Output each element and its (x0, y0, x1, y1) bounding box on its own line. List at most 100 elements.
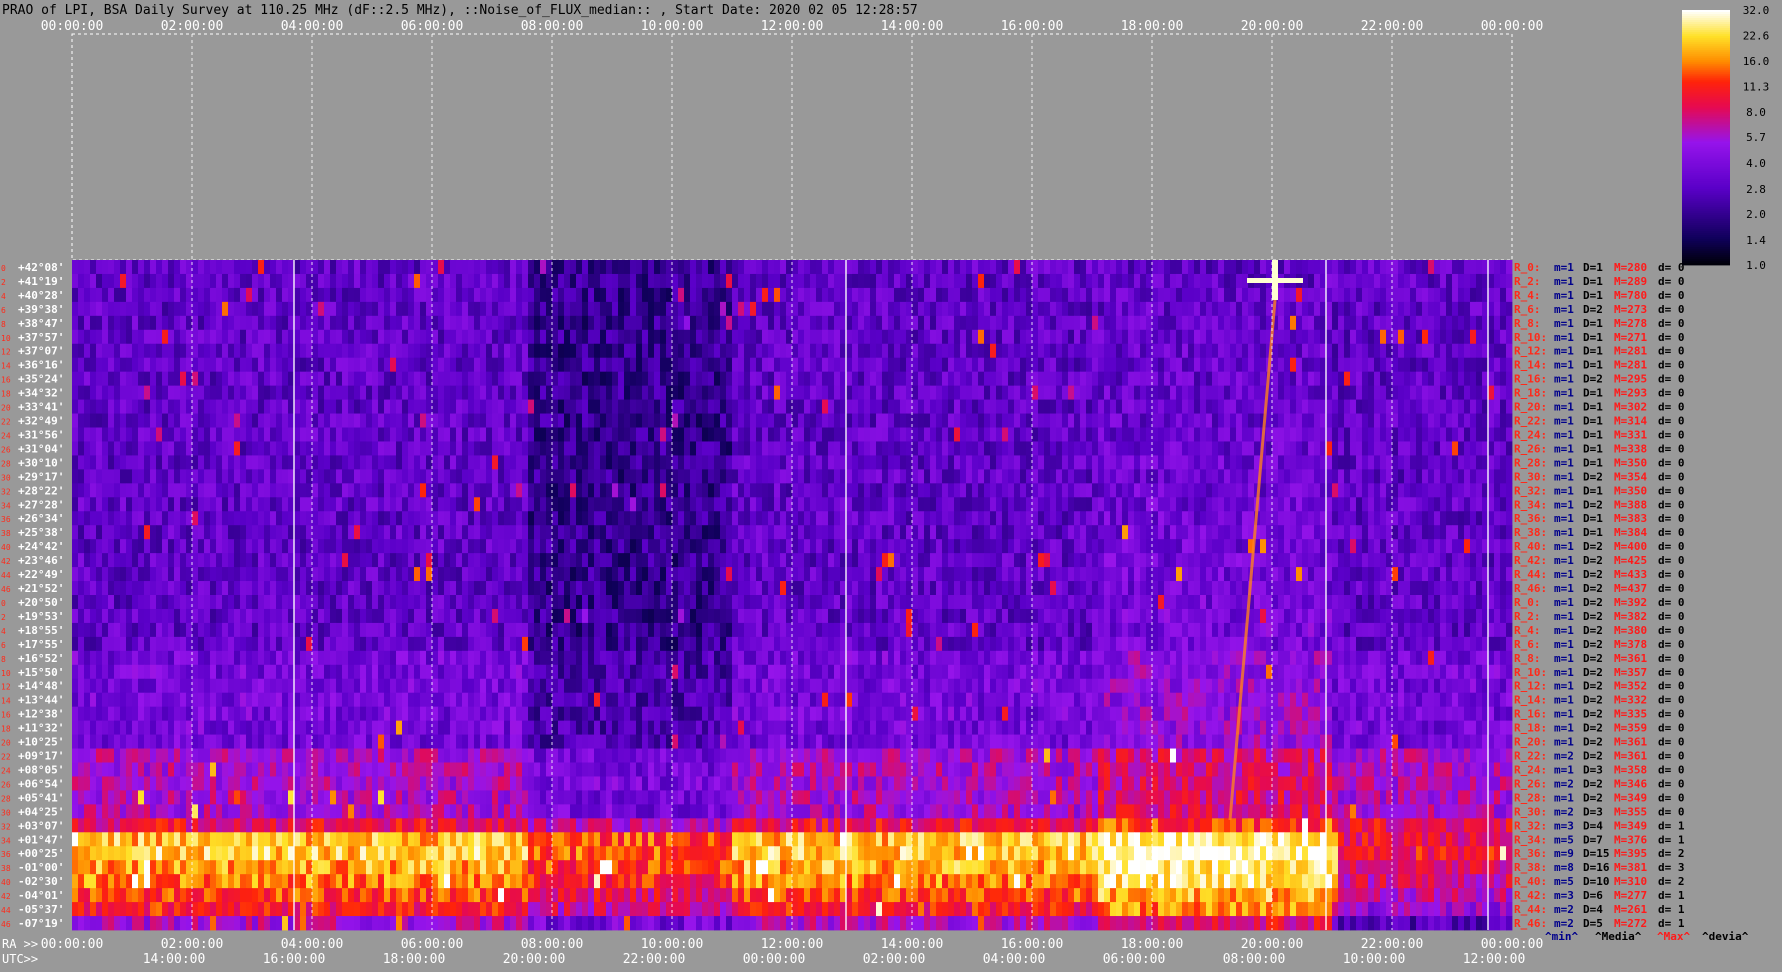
heatmap-cell (234, 287, 241, 303)
heatmap-cell (1080, 511, 1087, 526)
heatmap-cell (606, 427, 613, 442)
heatmap-cell (186, 399, 193, 414)
heatmap-cell (174, 413, 181, 428)
heatmap-cell (990, 357, 997, 373)
heatmap-cell (300, 385, 307, 400)
heatmap-cell (990, 371, 997, 387)
heatmap-cell (1506, 511, 1513, 526)
heatmap-cell (1170, 511, 1177, 526)
heatmap-cell (1488, 413, 1495, 428)
heatmap-cell (1422, 469, 1429, 484)
heatmap-cell (1470, 315, 1477, 331)
heatmap-cell (252, 371, 259, 387)
heatmap-cell (474, 497, 481, 512)
heatmap-cell (1362, 399, 1369, 414)
heatmap-cell (750, 483, 757, 498)
heatmap-cell (1494, 385, 1501, 400)
heatmap-cell (378, 483, 385, 498)
heatmap-cell (72, 539, 79, 554)
heatmap-cell (120, 497, 127, 512)
heatmap-cell (1302, 427, 1309, 442)
heatmap-cell (162, 455, 169, 470)
heatmap-cell (324, 413, 331, 428)
heatmap-cell (516, 539, 523, 554)
heatmap-cell (1218, 455, 1225, 470)
heatmap-cell (600, 385, 607, 400)
heatmap-cell (276, 287, 283, 303)
heatmap-cell (192, 539, 199, 554)
heatmap-cell (1152, 497, 1159, 512)
heatmap-cell (774, 455, 781, 470)
heatmap-cell (1314, 511, 1321, 526)
heatmap-cell (744, 525, 751, 540)
heatmap-cell (1386, 301, 1393, 317)
heatmap-cell (108, 343, 115, 359)
heatmap-cell (1254, 329, 1261, 345)
heatmap-cell (858, 427, 865, 442)
heatmap-cell (606, 357, 613, 373)
heatmap-cell (1230, 427, 1237, 442)
heatmap-cell (1008, 385, 1015, 400)
heatmap-cell (678, 539, 685, 554)
heatmap-cell (696, 385, 703, 400)
heatmap-cell (1344, 455, 1351, 470)
heatmap-cell (96, 385, 103, 400)
heatmap-cell (894, 427, 901, 442)
heatmap-cell (282, 301, 289, 317)
heatmap-cell (1374, 413, 1381, 428)
heatmap-cell (1326, 315, 1333, 331)
heatmap-cell (684, 525, 691, 540)
heatmap-cell (822, 441, 829, 456)
heatmap-cell (528, 497, 535, 512)
heatmap-cell (588, 497, 595, 512)
heatmap-cell (726, 357, 733, 373)
heatmap-cell (204, 329, 211, 345)
heatmap-cell (1212, 399, 1219, 414)
heatmap-cell (1212, 343, 1219, 359)
heatmap-cell (78, 357, 85, 373)
heatmap-cell (690, 343, 697, 359)
heatmap-cell (1014, 273, 1021, 289)
heatmap-cell (1086, 357, 1093, 373)
heatmap-cell (282, 539, 289, 554)
heatmap-cell (516, 273, 523, 289)
heatmap-cell (912, 483, 919, 498)
heatmap-cell (702, 413, 709, 428)
heatmap-cell (264, 273, 271, 289)
heatmap-cell (1302, 525, 1309, 540)
heatmap-cell (1278, 329, 1285, 345)
heatmap-cell (1236, 315, 1243, 331)
heatmap-cell (696, 413, 703, 428)
heatmap-cell (636, 287, 643, 303)
heatmap-cell (486, 469, 493, 484)
heatmap-cell (636, 399, 643, 414)
heatmap-cell (186, 469, 193, 484)
heatmap-cell (972, 301, 979, 317)
heatmap-cell (630, 525, 637, 540)
heatmap-cell (714, 497, 721, 512)
heatmap-cell (594, 525, 601, 540)
heatmap-cell (150, 525, 157, 540)
heatmap-cell (1494, 483, 1501, 498)
heatmap-cell (1206, 301, 1213, 317)
heatmap-cell (828, 455, 835, 470)
heatmap-cell (522, 385, 529, 400)
heatmap-cell (1224, 399, 1231, 414)
heatmap-cell (846, 525, 853, 540)
heatmap-cell (228, 357, 235, 373)
heatmap-cell (966, 329, 973, 345)
heatmap-cell (78, 469, 85, 484)
heatmap-cell (876, 329, 883, 345)
heatmap-cell (264, 427, 271, 442)
heatmap-cell (1284, 497, 1291, 512)
heatmap-cell (1242, 427, 1249, 442)
heatmap-cell (186, 343, 193, 359)
heatmap-cell (348, 329, 355, 345)
heatmap-cell (96, 539, 103, 554)
heatmap-cell (174, 301, 181, 317)
heatmap-cell (876, 511, 883, 526)
heatmap-cell (1224, 511, 1231, 526)
heatmap-cell (372, 357, 379, 373)
heatmap-cell (468, 413, 475, 428)
heatmap-cell (378, 525, 385, 540)
